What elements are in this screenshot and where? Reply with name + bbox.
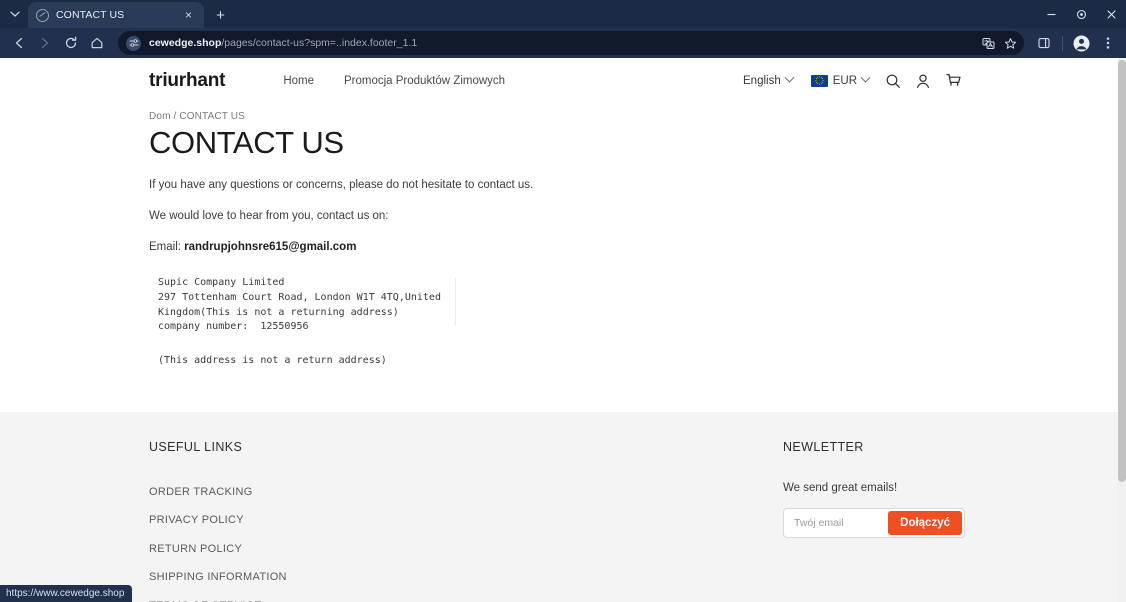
user-account-icon bbox=[917, 73, 929, 88]
main-content: Dom / CONTACT US CONTACT US If you have … bbox=[0, 103, 1118, 412]
url-domain: cewedge.shop bbox=[149, 37, 222, 49]
intro-paragraph-2: We would love to hear from you, contact … bbox=[149, 209, 389, 222]
url-path: /pages/contact-us?spm=..index.footer_1.1 bbox=[221, 37, 418, 49]
page-viewport: triurhant Home Promocja Produktów Zimowy… bbox=[0, 58, 1126, 602]
close-window-icon[interactable] bbox=[1096, 0, 1126, 28]
language-label: English bbox=[743, 74, 781, 87]
breadcrumb-home[interactable]: Dom bbox=[149, 111, 171, 122]
chevron-down-icon bbox=[784, 72, 795, 83]
address-disclaimer: (This address is not a return address) bbox=[158, 354, 387, 366]
cart-button[interactable] bbox=[938, 66, 968, 96]
email-line: Email: randrupjohnsre615@gmail.com bbox=[149, 239, 969, 256]
footer-link-list: ORDER TRACKING PRIVACY POLICY RETURN POL… bbox=[149, 482, 771, 602]
currency-selector[interactable]: EUR bbox=[802, 72, 878, 87]
footer-link-privacy-policy[interactable]: PRIVACY POLICY bbox=[149, 514, 244, 526]
tune-icon[interactable] bbox=[126, 35, 141, 51]
breadcrumb: Dom / CONTACT US bbox=[149, 111, 969, 122]
tab-strip: CONTACT US × + bbox=[0, 0, 1126, 28]
forward-button bbox=[32, 31, 57, 56]
useful-links-heading: USEFUL LINKS bbox=[149, 439, 243, 454]
home-button[interactable] bbox=[84, 31, 109, 56]
browser-menu-button[interactable] bbox=[1095, 31, 1120, 56]
nav-item-home[interactable]: Home bbox=[283, 75, 314, 87]
toolbar-divider bbox=[1062, 35, 1063, 51]
site-header: triurhant Home Promocja Produktów Zimowy… bbox=[0, 58, 1118, 103]
tab-title: CONTACT US bbox=[56, 9, 125, 21]
email-label: Email: bbox=[149, 241, 185, 254]
account-avatar-icon bbox=[1073, 35, 1090, 51]
reload-button[interactable] bbox=[58, 31, 83, 56]
three-dot-menu-icon bbox=[1106, 37, 1109, 49]
site-logo[interactable]: triurhant bbox=[149, 70, 226, 92]
globe-icon bbox=[36, 8, 49, 22]
newsletter-heading: NEWLETTER bbox=[783, 439, 864, 454]
newsletter-join-button[interactable]: Dołączyć bbox=[888, 510, 962, 535]
list-item: TERMS OF SERVICE bbox=[149, 596, 771, 602]
translate-icon[interactable] bbox=[978, 33, 998, 53]
tab-search-icon[interactable] bbox=[2, 2, 28, 26]
close-icon[interactable]: × bbox=[181, 8, 196, 23]
profile-button[interactable] bbox=[1069, 31, 1094, 56]
newsletter-form: Dołączyć bbox=[783, 507, 965, 538]
footer-link-return-policy[interactable]: RETURN POLICY bbox=[149, 543, 242, 555]
company-address: Supic Company Limited 297 Tottenham Cour… bbox=[158, 277, 441, 333]
address-block-wrapper: Supic Company Limited 297 Tottenham Cour… bbox=[149, 276, 969, 334]
footer-link-order-tracking[interactable]: ORDER TRACKING bbox=[149, 486, 253, 498]
list-item: RETURN POLICY bbox=[149, 539, 771, 557]
newsletter-subtitle: We send great emails! bbox=[783, 481, 898, 494]
link-status-bubble: https://www.cewedge.shop bbox=[0, 585, 133, 602]
site-footer: USEFUL LINKS ORDER TRACKING PRIVACY POLI… bbox=[0, 411, 1118, 602]
shopping-cart-icon bbox=[945, 74, 961, 86]
url-text: cewedge.shop/pages/contact-us?spm=..inde… bbox=[149, 37, 1016, 49]
arrow-right-icon bbox=[41, 37, 48, 49]
chevron-down-icon bbox=[10, 11, 20, 17]
address-bar[interactable]: cewedge.shop/pages/contact-us?spm=..inde… bbox=[118, 31, 1024, 55]
main-navigation: Home Promocja Produktów Zimowych bbox=[283, 75, 734, 87]
web-page: triurhant Home Promocja Produktów Zimowy… bbox=[0, 58, 1118, 602]
omnibox-actions bbox=[978, 31, 1020, 55]
list-item: PRIVACY POLICY bbox=[149, 510, 771, 528]
side-panel-button[interactable] bbox=[1031, 31, 1056, 56]
page-scrollbar-track[interactable] bbox=[1118, 58, 1126, 602]
search-icon bbox=[886, 74, 900, 88]
bookmark-star-icon[interactable] bbox=[1000, 33, 1020, 53]
new-tab-button[interactable]: + bbox=[208, 3, 233, 27]
nav-item-winter-promo[interactable]: Promocja Produktów Zimowych bbox=[344, 75, 505, 87]
reload-icon bbox=[65, 36, 76, 49]
page-scrollbar-thumb[interactable] bbox=[1118, 60, 1126, 482]
browser-tab[interactable]: CONTACT US × bbox=[28, 2, 204, 28]
language-selector[interactable]: English bbox=[734, 72, 802, 87]
maximize-restore-icon[interactable] bbox=[1066, 0, 1096, 28]
email-address[interactable]: randrupjohnsre615@gmail.com bbox=[184, 241, 356, 253]
account-button[interactable] bbox=[908, 66, 938, 96]
browser-window: CONTACT US × + cewedge.shop/pages/contac… bbox=[0, 0, 1126, 602]
eu-flag-icon bbox=[810, 74, 828, 87]
chevron-down-icon bbox=[860, 72, 871, 83]
window-controls bbox=[1036, 0, 1126, 28]
browser-toolbar: cewedge.shop/pages/contact-us?spm=..inde… bbox=[0, 28, 1126, 58]
back-button[interactable] bbox=[6, 31, 31, 56]
newsletter-column: NEWLETTER We send great emails! Dołączyć bbox=[783, 440, 968, 602]
header-utilities: English EUR bbox=[734, 66, 968, 96]
breadcrumb-current: CONTACT US bbox=[179, 111, 245, 122]
side-panel-icon bbox=[1037, 38, 1050, 49]
list-item: ORDER TRACKING bbox=[149, 482, 771, 500]
footer-link-shipping-information[interactable]: SHIPPING INFORMATION bbox=[149, 571, 287, 583]
arrow-left-icon bbox=[15, 37, 22, 49]
list-item: SHIPPING INFORMATION bbox=[149, 567, 771, 585]
search-button[interactable] bbox=[878, 66, 908, 96]
currency-label: EUR bbox=[832, 74, 857, 87]
minimize-icon[interactable] bbox=[1036, 0, 1066, 28]
home-icon bbox=[91, 37, 102, 49]
newsletter-email-input[interactable] bbox=[786, 516, 889, 529]
page-title: CONTACT US bbox=[149, 125, 344, 160]
footer-links-column: USEFUL LINKS ORDER TRACKING PRIVACY POLI… bbox=[149, 440, 771, 602]
intro-paragraph-1: If you have any questions or concerns, p… bbox=[149, 178, 534, 191]
